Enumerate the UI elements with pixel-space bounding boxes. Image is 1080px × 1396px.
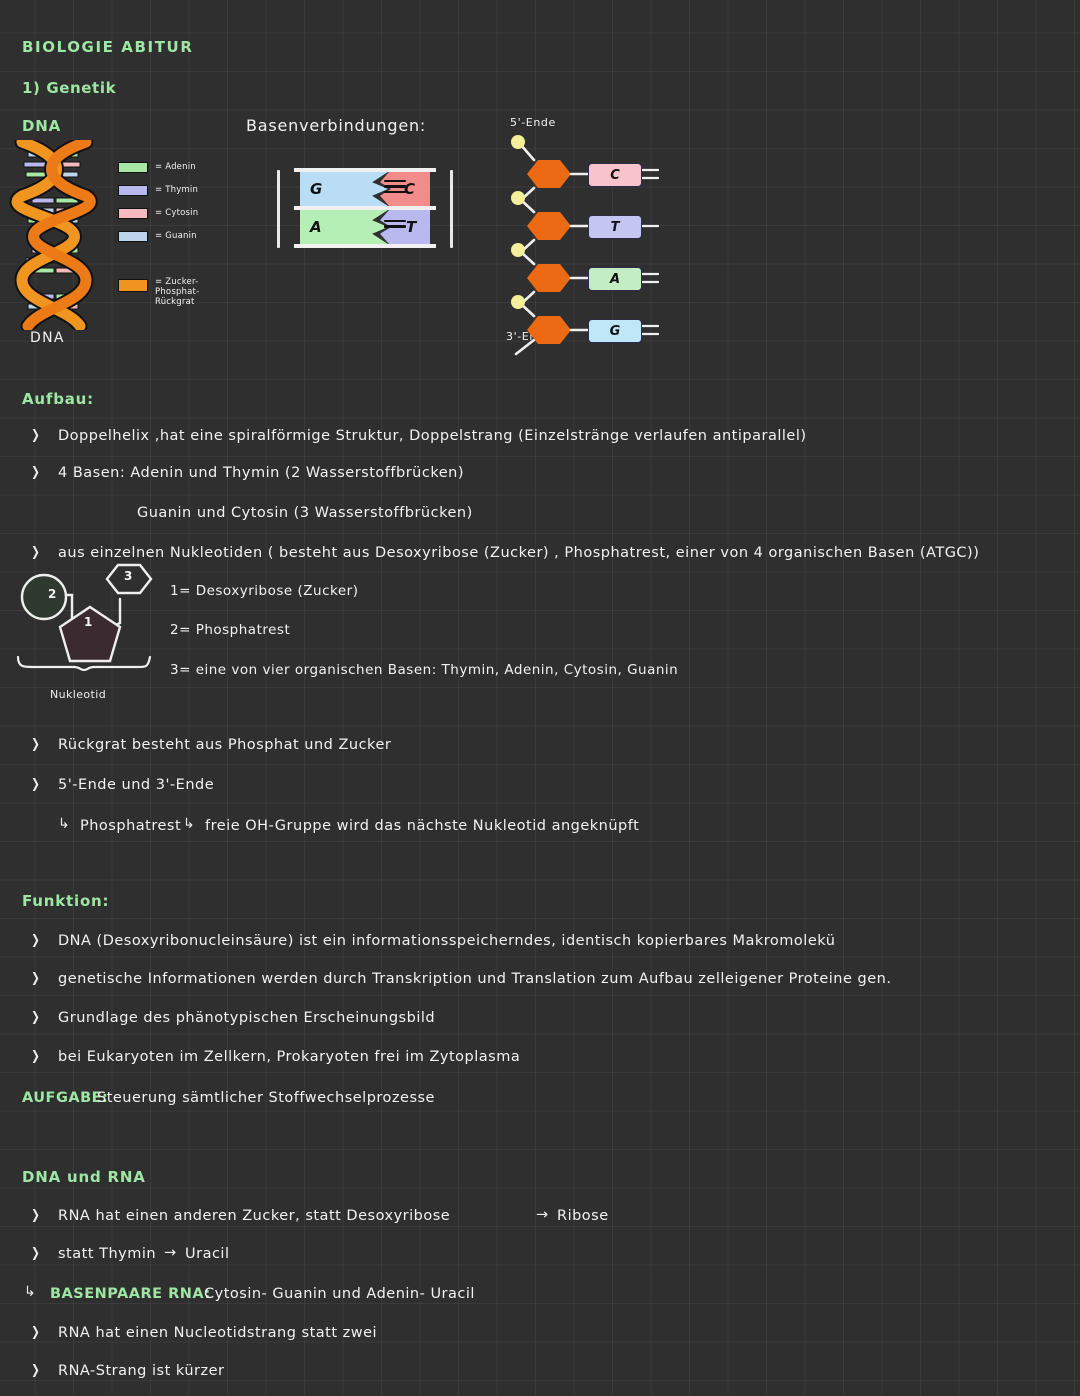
dna-rna-heading: DNA und RNA [22, 1168, 146, 1186]
dna-rna-bullet-1: RNA hat einen anderen Zucker, statt Deso… [58, 1208, 451, 1224]
bullet-marker: ❯ [31, 1246, 40, 1261]
legend-item-guanin: = Guanin [118, 231, 197, 242]
nucleotide-brace [16, 655, 156, 672]
phosphate-circle-2 [511, 191, 525, 205]
arrow-right-icon-1: → [536, 1207, 549, 1223]
legend-label-backbone-line2: Phosphat- [155, 286, 200, 297]
legend-swatch-cytosin [118, 208, 148, 219]
notes-page: BIOLOGIE ABITUR 1) Genetik DNA DNA = Ade… [0, 0, 1080, 1396]
basenverbindungen-heading: Basenverbindungen: [246, 116, 427, 135]
aufbau-arrow-part1: Phosphatrest [80, 818, 182, 834]
legend-label-backbone-line3: Rückgrat [155, 296, 195, 307]
aufgabe-text: Steuerung sämtlicher Stoffwechselprozess… [97, 1090, 435, 1106]
legend-swatch-backbone [118, 279, 148, 292]
base-box-c: C [588, 163, 642, 187]
legend-item-adenin: = Adenin [118, 162, 196, 173]
chapter-heading: 1) Genetik [22, 79, 117, 97]
dna-rna-bullet-2-target: Uracil [185, 1246, 230, 1262]
legend-item-cytosin: = Cytosin [118, 208, 198, 219]
legend-label-backbone-line1: = Zucker- [155, 277, 199, 287]
legend-item-thymin: = Thymin [118, 185, 198, 196]
phosphate-circle-3 [511, 243, 525, 257]
legend-item-backbone: = Zucker- Phosphat- Rückgrat [118, 277, 200, 307]
legend-label-thymin: = Thymin [155, 184, 199, 195]
legend-swatch-guanin [118, 231, 148, 242]
aufbau-heading: Aufbau: [22, 390, 94, 408]
bullet-marker: ❯ [31, 737, 40, 752]
hydrogen-bonds-gc [384, 180, 406, 196]
bullet-marker: ❯ [31, 777, 40, 792]
base-box-t: T [588, 215, 642, 239]
funktion-bullet-3: Grundlage des phänotypischen Erscheinung… [58, 1010, 436, 1026]
bullet-marker: ❯ [31, 1363, 40, 1378]
aufbau-bullet-3: aus einzelnen Nukleotiden ( besteht aus … [58, 545, 980, 561]
legend-label-backbone: = Zucker- Phosphat- Rückgrat [155, 277, 200, 307]
dna-double-helix-illustration [8, 140, 100, 330]
funktion-bullet-1: DNA (Desoxyribonucleinsäure) ist ein inf… [58, 933, 836, 949]
nucleotide-schematic-illustration: 1 2 3 [20, 563, 170, 703]
base-letter-t: T [406, 218, 417, 236]
dna-rna-bullet-1-target: Ribose [557, 1208, 609, 1224]
dna-diagram-caption: DNA [30, 330, 65, 346]
bracket-left-outer [277, 170, 280, 248]
bullet-marker: ❯ [31, 1208, 40, 1223]
aufgabe-label: AUFGABE: [22, 1090, 109, 1106]
base-pair-row-gc: G C [300, 172, 430, 206]
bullet-marker: ❯ [31, 971, 40, 986]
legend-label-guanin: = Guanin [155, 230, 197, 241]
base-box-a: A [588, 267, 642, 291]
sub-arrow-icon-3: ↳ [24, 1284, 36, 1300]
legend-label-adenin: = Adenin [155, 161, 196, 172]
bullet-marker: ❯ [31, 428, 40, 443]
nucleotide-brace-caption: Nukleotid [50, 688, 107, 701]
nucleotide-legend-3: 3= eine von vier organischen Basen: Thym… [170, 662, 679, 678]
base-box-g: G [588, 319, 642, 343]
aufbau-subline-guanin-cytosin: Guanin und Cytosin (3 Wasserstoffbrücken… [137, 505, 473, 521]
nucleotide-legend-2: 2= Phosphatrest [170, 622, 291, 638]
basenpaare-rna-label: BASENPAARE RNA: [50, 1286, 211, 1302]
bv-frame-bottom [294, 244, 436, 248]
bullet-marker: ❯ [31, 465, 40, 480]
bullet-marker: ❯ [31, 1049, 40, 1064]
dna-rna-bullet-2: statt Thymin [58, 1246, 157, 1262]
legend-swatch-adenin [118, 162, 148, 173]
phosphate-circle-1 [511, 135, 525, 149]
sub-arrow-icon: ↳ [58, 816, 70, 832]
bullet-marker: ❯ [31, 1010, 40, 1025]
sub-arrow-icon-2: ↳ [183, 816, 195, 832]
arrow-right-icon-2: → [164, 1245, 177, 1261]
funktion-bullet-2: genetische Informationen werden durch Tr… [58, 971, 892, 987]
bullet-marker: ❯ [31, 933, 40, 948]
funktion-bullet-4: bei Eukaryoten im Zellkern, Prokaryoten … [58, 1049, 521, 1065]
aufbau-bullet-ende: 5'-Ende und 3'-Ende [58, 777, 215, 793]
nucleotide-chain-illustration: C T A G [500, 128, 660, 358]
phosphate-circle-4 [511, 295, 525, 309]
dna-section-heading: DNA [22, 117, 62, 135]
base-letter-g: G [310, 180, 323, 198]
aufbau-bullet-rueckgrat: Rückgrat besteht aus Phosphat und Zucker [58, 737, 392, 753]
page-title: BIOLOGIE ABITUR [22, 38, 194, 56]
legend-swatch-thymin [118, 185, 148, 196]
aufbau-bullet-2: 4 Basen: Adenin und Thymin (2 Wasserstof… [58, 465, 464, 481]
aufbau-arrow-part2: freie OH-Gruppe wird das nächste Nukleot… [205, 818, 640, 834]
basenpaare-rna-text: Cytosin- Guanin und Adenin- Uracil [204, 1286, 475, 1302]
dna-rna-bullet-4: RNA-Strang ist kürzer [58, 1363, 225, 1379]
base-pair-row-at: A T [300, 210, 430, 244]
hydrogen-bonds-at [384, 220, 406, 231]
nucleotide-number-1: 1 [84, 615, 93, 629]
bullet-marker: ❯ [31, 1325, 40, 1340]
aufbau-bullet-1: Doppelhelix ,hat eine spiralförmige Stru… [58, 428, 807, 444]
dna-rna-bullet-3: RNA hat einen Nucleotidstrang statt zwei [58, 1325, 378, 1341]
nucleotide-number-2: 2 [48, 587, 57, 601]
base-pairing-diagram: G C A T [294, 168, 436, 248]
nucleotide-legend-1: 1= Desoxyribose (Zucker) [170, 583, 359, 599]
funktion-heading: Funktion: [22, 892, 110, 910]
nucleotide-number-3: 3 [124, 569, 133, 583]
bullet-marker: ❯ [31, 545, 40, 560]
bracket-right-outer [450, 170, 453, 248]
legend-label-cytosin: = Cytosin [155, 207, 199, 218]
base-letter-a: A [310, 218, 322, 236]
